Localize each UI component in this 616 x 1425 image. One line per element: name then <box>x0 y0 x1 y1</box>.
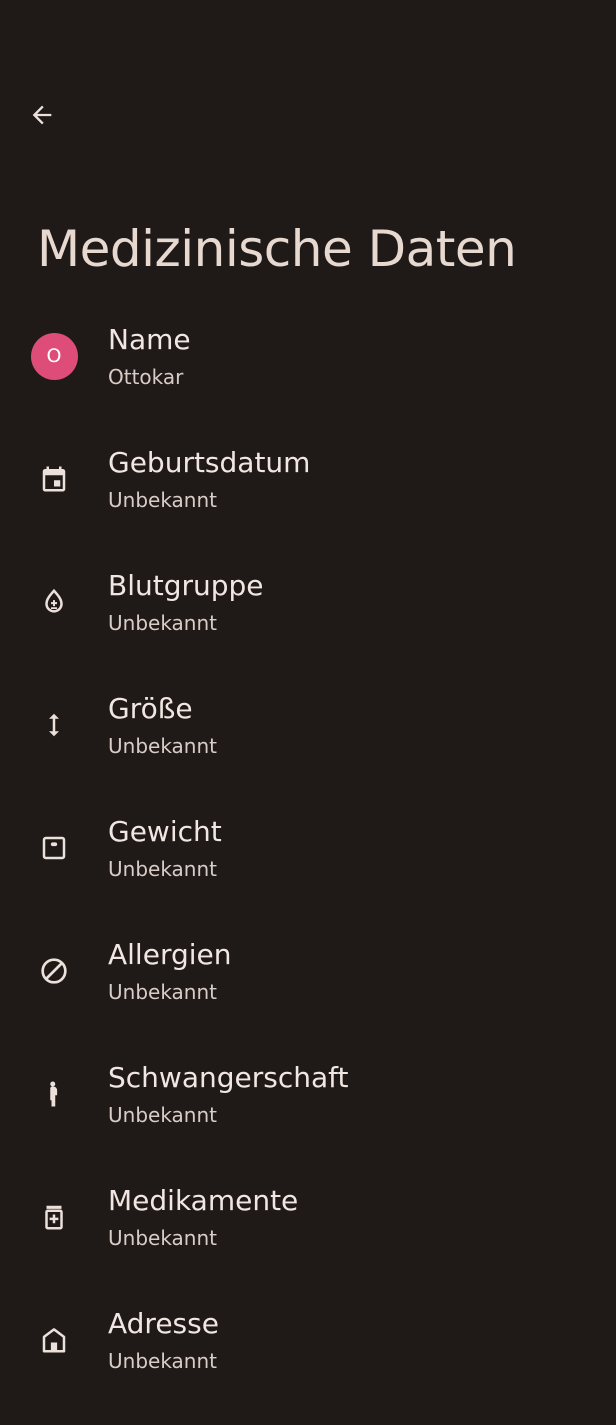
list-item-title: Blutgruppe <box>108 569 264 602</box>
block-icon <box>41 958 67 984</box>
back-button[interactable] <box>22 95 62 135</box>
list-item-title: Allergien <box>108 938 232 971</box>
list-item-birthdate[interactable]: Geburtsdatum Unbekannt <box>0 441 616 564</box>
medication-icon <box>45 1205 63 1230</box>
list-item-title: Gewicht <box>108 815 222 848</box>
list-item-value: Unbekannt <box>108 1103 217 1127</box>
list-item-title: Geburtsdatum <box>108 446 311 479</box>
list-item-title: Größe <box>108 692 193 725</box>
list-item-value: Unbekannt <box>108 734 217 758</box>
list-item-height[interactable]: Größe Unbekannt <box>0 687 616 810</box>
list-item-address[interactable]: Adresse Unbekannt <box>0 1302 616 1425</box>
height-arrows-icon <box>49 713 59 737</box>
list-item-title: Name <box>108 323 191 356</box>
arrow-back-icon <box>32 105 52 125</box>
scale-icon <box>42 836 66 860</box>
avatar-letter: O <box>46 345 62 367</box>
list-item-value: Ottokar <box>108 365 184 389</box>
list-item-value: Unbekannt <box>108 1349 217 1373</box>
list-item-blood-type[interactable]: Blutgruppe Unbekannt <box>0 564 616 687</box>
list-item-name[interactable]: O Name Ottokar <box>0 318 616 441</box>
list-item-value: Unbekannt <box>108 980 217 1004</box>
avatar: O <box>30 332 78 380</box>
pregnant-woman-icon <box>50 1081 58 1107</box>
list-item-pregnancy[interactable]: Schwangerschaft Unbekannt <box>0 1056 616 1179</box>
list-item-value: Unbekannt <box>108 1226 217 1250</box>
list-item-title: Adresse <box>108 1307 219 1340</box>
calendar-icon <box>42 466 66 492</box>
list-item-allergies[interactable]: Allergien Unbekannt <box>0 933 616 1056</box>
list-item-value: Unbekannt <box>108 857 217 881</box>
list-item-weight[interactable]: Gewicht Unbekannt <box>0 810 616 933</box>
home-icon <box>42 1328 66 1353</box>
list-item-title: Medikamente <box>108 1184 299 1217</box>
medical-info-list: O Name Ottokar Geburtsdatum Unbekannt Bl… <box>0 318 616 1425</box>
list-item-value: Unbekannt <box>108 488 217 512</box>
list-item-value: Unbekannt <box>108 611 217 635</box>
list-item-medications[interactable]: Medikamente Unbekannt <box>0 1179 616 1302</box>
page-title: Medizinische Daten <box>37 220 517 278</box>
list-item-title: Schwangerschaft <box>108 1061 349 1094</box>
blood-drop-icon <box>45 588 63 613</box>
